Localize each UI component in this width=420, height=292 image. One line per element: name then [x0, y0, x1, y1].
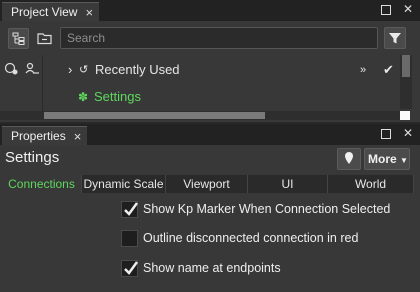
- tab-ui[interactable]: UI: [248, 175, 328, 193]
- maximize-icon[interactable]: [381, 3, 393, 15]
- tab-label: Properties: [11, 129, 66, 143]
- properties-tabbar: Properties × ✕: [0, 124, 420, 145]
- tab-viewport[interactable]: Viewport: [166, 175, 248, 193]
- filter-icon: [389, 33, 401, 44]
- close-window-icon[interactable]: ✕: [402, 127, 414, 139]
- page-title: Settings: [5, 149, 60, 166]
- tab-world[interactable]: World: [328, 175, 414, 193]
- close-icon[interactable]: ×: [85, 5, 93, 20]
- scroll-corner: [400, 111, 410, 120]
- window-controls: ✕: [381, 127, 414, 139]
- tree-item-label: Recently Used: [95, 62, 180, 77]
- tab-project-view[interactable]: Project View ×: [2, 2, 100, 21]
- checkmark-icon: [124, 201, 139, 216]
- tree-item-label: Settings: [94, 89, 141, 104]
- pin-button[interactable]: [337, 148, 361, 170]
- checkbox-label: Show name at endpoints: [143, 261, 281, 275]
- checkmark-icon: [124, 260, 139, 275]
- checkmark-icon[interactable]: ✔: [383, 62, 394, 78]
- maximize-icon[interactable]: [381, 127, 393, 139]
- filter-button[interactable]: [384, 27, 406, 49]
- hierarchy-toggle-button[interactable]: [8, 28, 29, 49]
- folder-icon: [37, 33, 52, 45]
- caret-down-icon: ▼: [400, 156, 408, 165]
- project-view-panel: Project View × ✕ Search › ↺ Recently Use…: [0, 0, 420, 122]
- checkbox-label: Show Kp Marker When Connection Selected: [143, 202, 391, 216]
- checkbox-outline-disconnected[interactable]: [121, 229, 138, 247]
- hierarchy-icon: [12, 32, 25, 45]
- more-dropdown[interactable]: More ▼: [364, 148, 410, 170]
- search-input[interactable]: Search: [60, 27, 378, 49]
- more-label: More: [368, 152, 397, 166]
- tab-connections[interactable]: Connections: [2, 175, 82, 193]
- close-icon[interactable]: ×: [74, 129, 82, 144]
- scrollbar-thumb[interactable]: [402, 55, 410, 77]
- collapse-all-icon[interactable]: »: [360, 64, 366, 76]
- settings-tabbar: Connections Dynamic Scale Viewport UI Wo…: [2, 175, 414, 193]
- settings-globe-icon[interactable]: [4, 62, 20, 76]
- tree-item-settings[interactable]: ✽ Settings: [43, 83, 402, 110]
- checkbox-label: Outline disconnected connection in red: [143, 231, 359, 245]
- tab-label: Project View: [11, 5, 78, 19]
- horizontal-scrollbar[interactable]: [0, 111, 400, 120]
- tree-icon-column: [0, 55, 43, 111]
- checkbox-row-kp-marker[interactable]: Show Kp Marker When Connection Selected: [121, 198, 390, 220]
- chevron-right-icon[interactable]: ›: [68, 62, 72, 77]
- new-folder-button[interactable]: [34, 28, 55, 49]
- tree-item-recently-used[interactable]: › ↺ Recently Used » ✔: [43, 56, 402, 83]
- vertical-scrollbar[interactable]: [400, 55, 412, 109]
- history-icon: ↺: [79, 64, 89, 76]
- tab-dynamic-scale[interactable]: Dynamic Scale: [82, 175, 166, 193]
- user-link-icon[interactable]: [24, 62, 40, 76]
- window-controls: ✕: [381, 3, 414, 15]
- checkbox-row-outline-disconnected[interactable]: Outline disconnected connection in red: [121, 227, 358, 249]
- gear-icon: ✽: [78, 89, 89, 104]
- checkbox-row-show-name[interactable]: Show name at endpoints: [121, 257, 281, 279]
- checkbox-kp-marker[interactable]: [121, 200, 139, 218]
- project-view-tabbar: Project View × ✕: [0, 0, 420, 21]
- tab-properties[interactable]: Properties ×: [2, 126, 88, 145]
- close-window-icon[interactable]: ✕: [402, 3, 414, 15]
- pin-icon: [345, 152, 353, 164]
- scrollbar-thumb[interactable]: [44, 112, 265, 119]
- checkbox-show-name[interactable]: [121, 259, 139, 277]
